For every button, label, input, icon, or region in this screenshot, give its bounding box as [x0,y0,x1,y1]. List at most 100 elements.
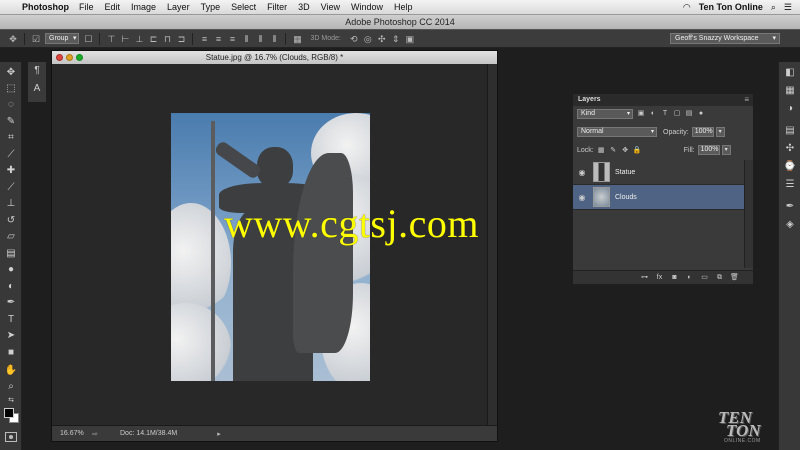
filter-shape-icon[interactable]: ▢ [673,110,681,118]
menu-type[interactable]: Type [201,2,221,12]
auto-select-checkbox-icon[interactable]: ☑ [31,34,41,44]
distribute-top-icon[interactable]: ≡ [199,34,209,44]
menu-3d[interactable]: 3D [298,2,310,12]
new-adjustment-layer-icon[interactable]: ◐ [685,273,694,282]
wifi-icon[interactable]: ◠ [683,2,691,13]
menu-edit[interactable]: Edit [105,2,121,12]
lock-position-icon[interactable]: ✥ [621,146,630,155]
menu-file[interactable]: File [79,2,94,12]
3d-rotate-icon[interactable]: ⟲ [349,34,359,44]
distribute-hcenter-icon[interactable]: ⦀ [255,34,265,44]
menu-view[interactable]: View [321,2,340,12]
3d-slide-icon[interactable]: ⇕ [391,34,401,44]
3d-roll-icon[interactable]: ◎ [363,34,373,44]
canvas-vertical-scrollbar[interactable] [487,64,497,426]
dodge-tool-icon[interactable]: ◐ [4,280,18,294]
layers-scrollbar[interactable] [744,160,753,268]
opacity-input[interactable]: 100% [691,127,714,137]
layer-filter-kind-dropdown[interactable]: Kind [577,109,633,119]
align-right-icon[interactable]: ⊐ [176,34,186,44]
new-layer-icon[interactable]: ⧉ [715,273,724,282]
distribute-bottom-icon[interactable]: ≡ [227,34,237,44]
libraries-panel-icon[interactable]: ▤ [783,124,797,138]
layer-row-clouds[interactable]: ◉ Clouds [573,185,745,210]
properties-panel-icon[interactable]: ☰ [783,178,797,192]
rectangle-tool-icon[interactable]: ■ [4,346,18,360]
auto-select-dropdown[interactable]: Group [45,33,80,44]
healing-brush-tool-icon[interactable]: ✚ [4,164,18,178]
align-left-icon[interactable]: ⊏ [148,34,158,44]
workspace-switcher[interactable]: Geoff's Snazzy Workspace [670,33,780,44]
path-selection-tool-icon[interactable]: ➤ [4,329,18,343]
status-menu-arrow-icon[interactable]: ▸ [217,430,221,438]
3d-scale-icon[interactable]: ▣ [405,34,415,44]
zoom-level[interactable]: 16.67% [60,430,88,437]
history-brush-tool-icon[interactable]: ↺ [4,214,18,228]
link-layers-icon[interactable]: ⊶ [640,273,649,282]
adjustments-panel-icon[interactable]: ◑ [783,102,797,116]
quick-select-tool-icon[interactable]: ✎ [4,115,18,129]
visibility-eye-icon[interactable]: ◉ [573,168,591,177]
lock-all-icon[interactable]: 🔒 [633,146,642,155]
swap-colors-icon[interactable]: ⇆ [4,394,18,408]
minimize-window-button[interactable] [66,54,73,61]
crop-tool-icon[interactable]: ⌗ [4,131,18,145]
character-panel-icon[interactable]: A [28,80,46,98]
align-bottom-icon[interactable]: ⊥ [134,34,144,44]
menubar-user-label[interactable]: Ten Ton Online [699,2,763,12]
menu-select[interactable]: Select [231,2,256,12]
layers-tab[interactable]: Layers ≡ [573,94,753,106]
quick-mask-icon[interactable] [5,432,17,442]
lasso-tool-icon[interactable]: ◌ [4,98,18,112]
distribute-left-icon[interactable]: ⦀ [241,34,251,44]
close-window-button[interactable] [56,54,63,61]
menu-window[interactable]: Window [351,2,383,12]
auto-align-icon[interactable]: ▦ [292,34,302,44]
hand-tool-icon[interactable]: ✋ [4,364,18,378]
blur-tool-icon[interactable]: ● [4,263,18,277]
channels-panel-icon[interactable]: ◈ [783,218,797,232]
history-panel-icon[interactable]: ⌚ [783,160,797,174]
filter-pixel-icon[interactable]: ▣ [637,110,645,118]
filter-adjustment-icon[interactable]: ◐ [649,110,657,118]
foreground-color-swatch[interactable] [4,408,14,418]
zoom-tool-icon[interactable]: ⌕ [4,380,18,394]
eraser-tool-icon[interactable]: ▱ [4,230,18,244]
distribute-vcenter-icon[interactable]: ≡ [213,34,223,44]
tool-presets-icon[interactable]: ¶ [28,62,46,80]
document-title-bar[interactable]: Statue.jpg @ 16.7% (Clouds, RGB/8) * [52,51,497,64]
layer-style-icon[interactable]: fx [655,273,664,282]
menu-image[interactable]: Image [131,2,156,12]
new-group-icon[interactable]: ▭ [700,273,709,282]
visibility-eye-icon[interactable]: ◉ [573,193,591,202]
delete-layer-icon[interactable]: 🗑 [730,273,739,282]
brush-presets-panel-icon[interactable]: ✣ [783,142,797,156]
panel-menu-icon[interactable]: ≡ [744,94,749,106]
show-transform-checkbox-icon[interactable]: ☐ [83,34,93,44]
layer-row-statue[interactable]: ◉ Statue [573,160,745,185]
menu-filter[interactable]: Filter [267,2,287,12]
menu-layer[interactable]: Layer [167,2,190,12]
menu-app-name[interactable]: Photoshop [22,2,69,12]
export-status-icon[interactable]: ⇨ [92,430,108,438]
align-top-icon[interactable]: ⊤ [106,34,116,44]
fill-input[interactable]: 100% [697,145,720,155]
lock-image-icon[interactable]: ✎ [609,146,618,155]
type-tool-icon[interactable]: T [4,313,18,327]
add-mask-icon[interactable]: ◙ [670,273,679,282]
align-vcenter-icon[interactable]: ⊢ [120,34,130,44]
menu-help[interactable]: Help [394,2,413,12]
paths-panel-icon[interactable]: ✒ [783,200,797,214]
opacity-slider-button[interactable]: ▾ [715,127,725,137]
spotlight-icon[interactable]: ⌕ [771,2,776,13]
brush-tool-icon[interactable]: ⟋ [4,181,18,195]
pen-tool-icon[interactable]: ✒ [4,296,18,310]
swatches-panel-icon[interactable]: ▦ [783,84,797,98]
3d-pan-icon[interactable]: ✣ [377,34,387,44]
zoom-window-button[interactable] [76,54,83,61]
fill-slider-button[interactable]: ▾ [721,145,731,155]
align-hcenter-icon[interactable]: ⊓ [162,34,172,44]
filter-smart-object-icon[interactable]: ▤ [685,110,693,118]
move-tool-icon[interactable]: ✥ [8,34,18,44]
color-panel-icon[interactable]: ◧ [783,66,797,80]
